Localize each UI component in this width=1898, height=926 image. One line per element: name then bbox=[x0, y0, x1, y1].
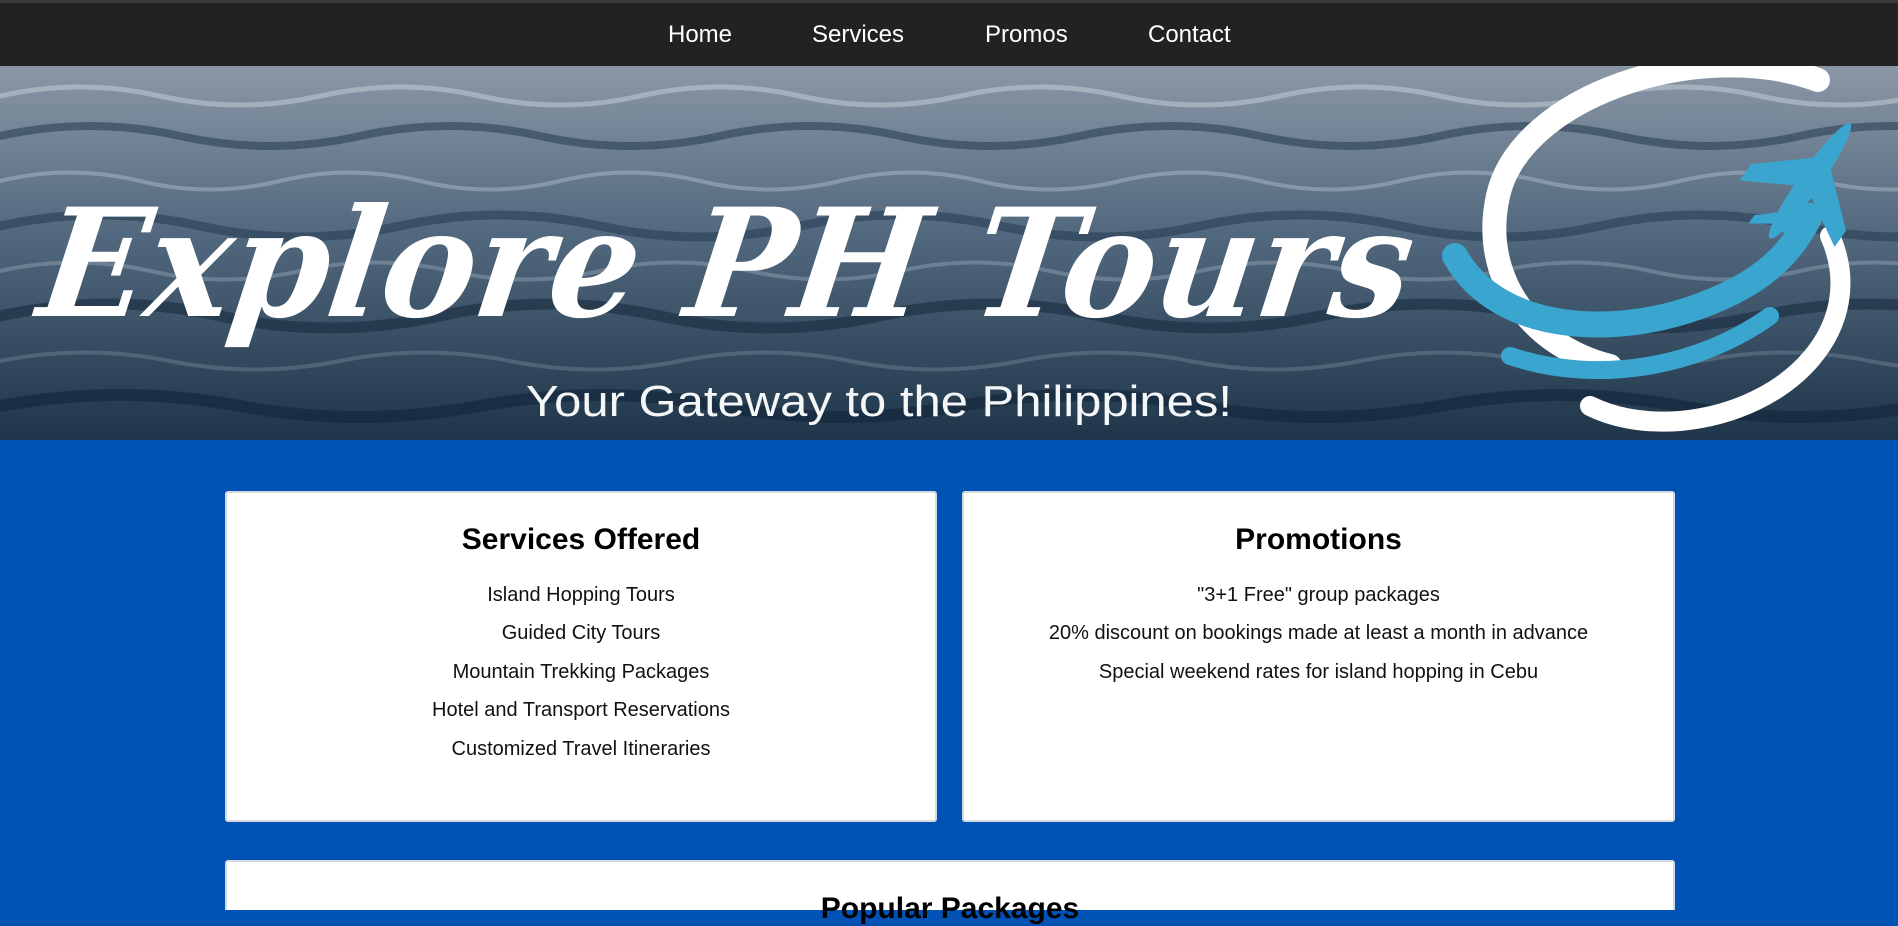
hero-banner: Explore PH Tours Your Gateway to the Phi… bbox=[0, 66, 1898, 440]
list-item: Customized Travel Itineraries bbox=[451, 737, 711, 760]
list-item: Mountain Trekking Packages bbox=[452, 660, 710, 683]
promotions-list: "3+1 Free" group packages 20% discount o… bbox=[964, 576, 1673, 691]
services-list: Island Hopping Tours Guided City Tours M… bbox=[227, 576, 935, 768]
nav-promos-link[interactable]: Promos bbox=[985, 3, 1068, 66]
list-item: Guided City Tours bbox=[501, 622, 661, 645]
services-card: Services Offered Island Hopping Tours Gu… bbox=[225, 491, 937, 822]
list-item: "3+1 Free" group packages bbox=[1197, 584, 1440, 606]
services-title: Services Offered bbox=[461, 523, 701, 556]
list-item: 20% discount on bookings made at least a… bbox=[1048, 622, 1589, 645]
packages-title: Popular Packages bbox=[820, 892, 1080, 925]
promotions-card: Promotions "3+1 Free" group packages 20%… bbox=[962, 491, 1675, 822]
nav-home-link[interactable]: Home bbox=[668, 3, 732, 66]
nav-contact-link[interactable]: Contact bbox=[1148, 3, 1231, 66]
list-item: Special weekend rates for island hopping… bbox=[1098, 660, 1539, 683]
brand-tagline: Your Gateway to the Philippines! bbox=[526, 377, 1232, 426]
packages-card: Popular Packages bbox=[225, 860, 1675, 925]
hero-banner-image: Explore PH Tours Your Gateway to the Phi… bbox=[0, 66, 1898, 440]
nav-services-link[interactable]: Services bbox=[812, 3, 904, 66]
brand-title: Explore PH Tours bbox=[26, 175, 1425, 352]
list-item: Island Hopping Tours bbox=[487, 584, 675, 606]
promotions-title: Promotions bbox=[1235, 523, 1402, 556]
list-item: Hotel and Transport Reservations bbox=[432, 699, 730, 722]
top-navbar: Home Services Promos Contact bbox=[0, 3, 1898, 66]
